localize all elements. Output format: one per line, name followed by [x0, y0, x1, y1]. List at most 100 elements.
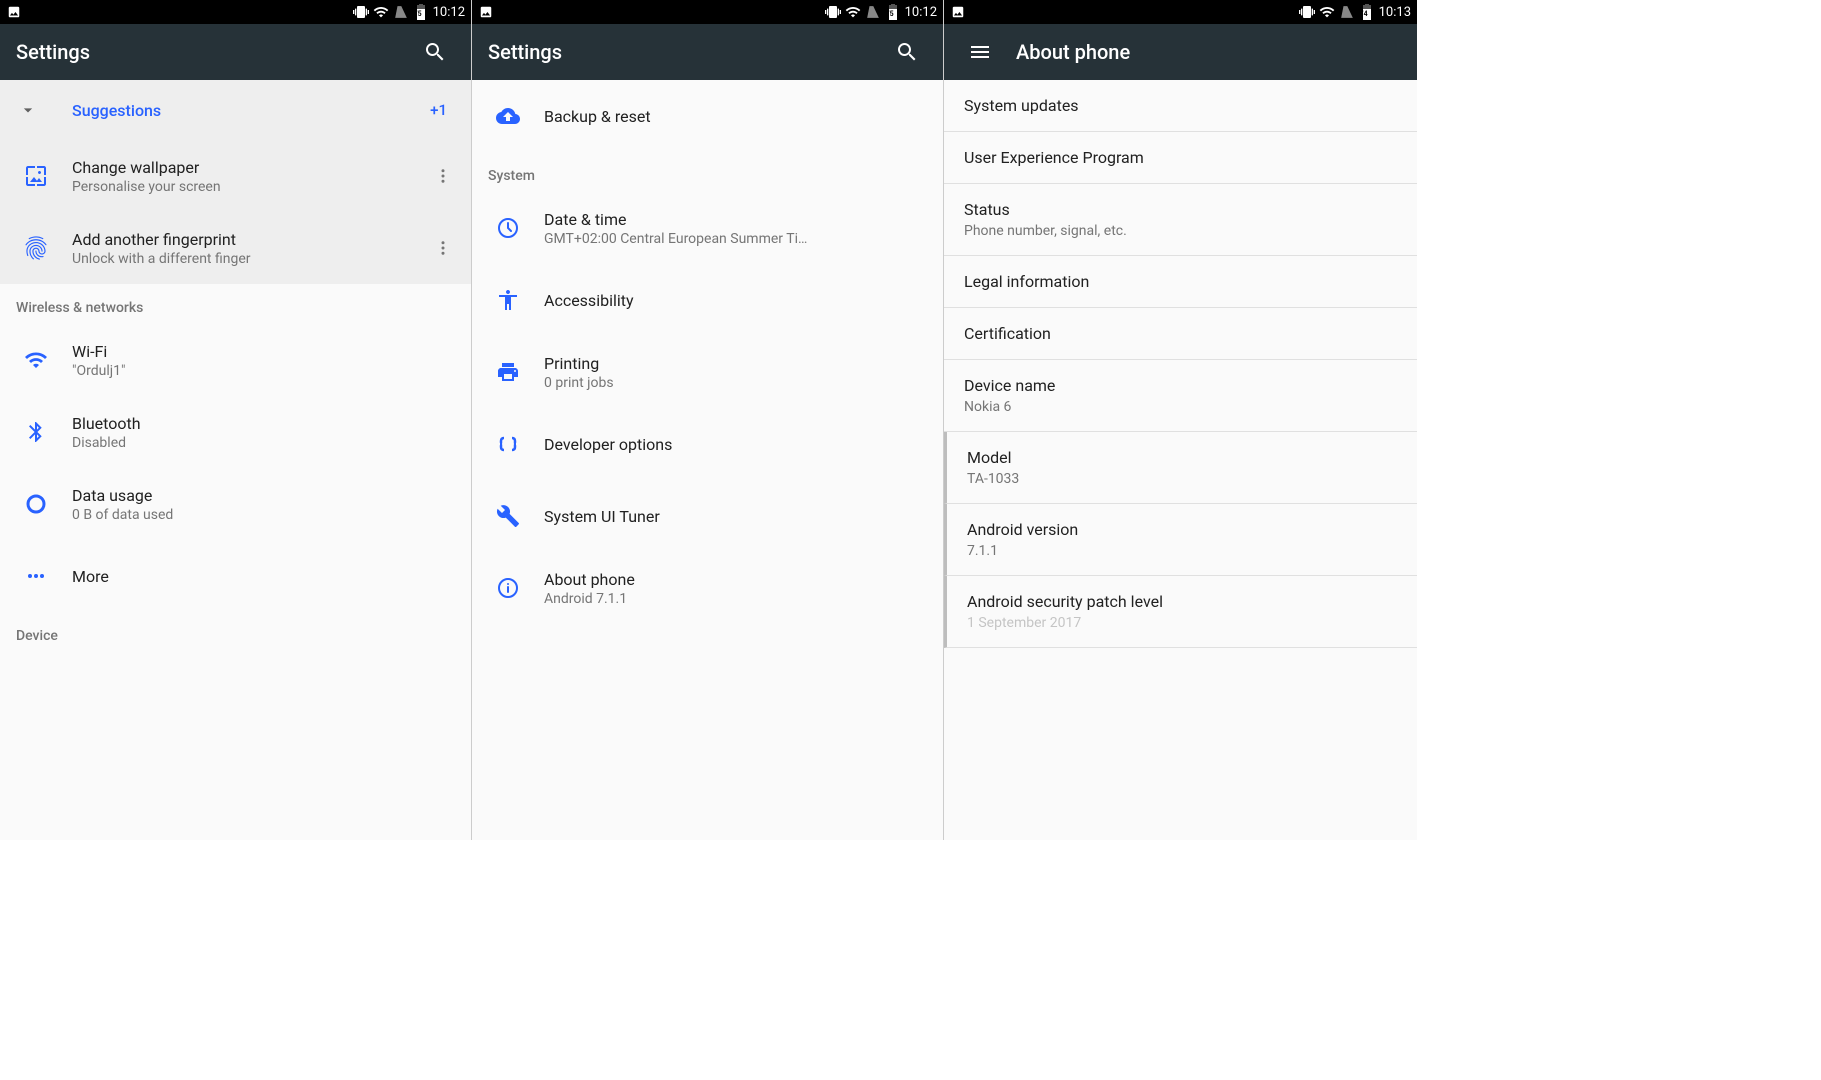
about-security-patch[interactable]: Android security patch level 1 September…	[944, 576, 1417, 648]
printer-icon	[488, 352, 528, 392]
search-button[interactable]	[887, 32, 927, 72]
more-button[interactable]	[431, 236, 455, 260]
suggestion-title: Change wallpaper	[72, 158, 431, 177]
list-title: Data usage	[72, 486, 455, 505]
image-icon	[950, 4, 966, 20]
item-data-usage[interactable]: Data usage 0 B of data used	[0, 468, 471, 540]
suggestion-title: Add another fingerprint	[72, 230, 431, 249]
list-title: Bluetooth	[72, 414, 455, 433]
list-sub: 0 print jobs	[544, 375, 927, 391]
wifi-icon	[16, 340, 56, 380]
image-icon	[478, 4, 494, 20]
wrench-icon	[488, 496, 528, 536]
about-device-name[interactable]: Device name Nokia 6	[944, 360, 1417, 432]
about-android-version[interactable]: Android version 7.1.1	[944, 504, 1417, 576]
status-bar: 74 10:13	[944, 0, 1417, 24]
item-bluetooth[interactable]: Bluetooth Disabled	[0, 396, 471, 468]
list-title: Backup & reset	[544, 107, 927, 126]
list-sub: Disabled	[72, 435, 455, 451]
clock-icon	[488, 208, 528, 248]
item-developer-options[interactable]: Developer options	[472, 408, 943, 480]
wallpaper-icon	[16, 156, 56, 196]
item-backup-reset[interactable]: Backup & reset	[472, 80, 943, 152]
no-sim-icon	[393, 4, 409, 20]
list-title: Date & time	[544, 210, 927, 229]
status-time: 10:13	[1379, 5, 1411, 20]
accessibility-icon	[488, 280, 528, 320]
bluetooth-icon	[16, 412, 56, 452]
suggestion-sub: Personalise your screen	[72, 179, 431, 195]
about-certification[interactable]: Certification	[944, 308, 1417, 360]
list-sub: Android 7.1.1	[544, 591, 927, 607]
settings-pane-1: 75 10:12 Settings Suggestions +1 Change …	[0, 0, 472, 840]
list-sub: "Ordulj1"	[72, 363, 455, 379]
item-about-phone[interactable]: About phone Android 7.1.1	[472, 552, 943, 624]
section-system: System	[472, 152, 943, 192]
list-title: More	[72, 567, 455, 586]
list-title: Accessibility	[544, 291, 927, 310]
more-horiz-icon	[16, 556, 56, 596]
wifi-icon	[373, 4, 389, 20]
suggestion-add-fingerprint[interactable]: Add another fingerprint Unlock with a di…	[0, 212, 471, 284]
app-title: Settings	[16, 40, 415, 64]
status-bar: 75 10:12	[472, 0, 943, 24]
item-system-ui-tuner[interactable]: System UI Tuner	[472, 480, 943, 552]
suggestion-change-wallpaper[interactable]: Change wallpaper Personalise your screen	[0, 140, 471, 212]
status-bar: 75 10:12	[0, 0, 471, 24]
developer-icon	[488, 424, 528, 464]
vibrate-icon	[1299, 4, 1315, 20]
item-date-time[interactable]: Date & time GMT+02:00 Central European S…	[472, 192, 943, 264]
item-more[interactable]: More	[0, 540, 471, 612]
app-bar: Settings	[0, 24, 471, 80]
status-time: 10:12	[905, 5, 937, 20]
chevron-down-icon	[16, 98, 40, 122]
search-icon	[423, 40, 447, 64]
app-title: About phone	[1016, 40, 1401, 64]
section-wireless: Wireless & networks	[0, 284, 471, 324]
menu-button[interactable]	[960, 32, 1000, 72]
section-device: Device	[0, 612, 471, 652]
app-bar: About phone	[944, 24, 1417, 80]
image-icon	[6, 4, 22, 20]
search-button[interactable]	[415, 32, 455, 72]
list-sub: GMT+02:00 Central European Summer Ti…	[544, 231, 927, 247]
about-model[interactable]: Model TA-1033	[944, 432, 1417, 504]
wifi-icon	[1319, 4, 1335, 20]
about-status[interactable]: Status Phone number, signal, etc.	[944, 184, 1417, 256]
search-icon	[895, 40, 919, 64]
vibrate-icon	[353, 4, 369, 20]
battery-icon: 75	[885, 4, 901, 20]
about-phone-pane: 74 10:13 About phone System updates User…	[944, 0, 1417, 840]
app-bar: Settings	[472, 24, 943, 80]
about-list[interactable]: System updates User Experience Program S…	[944, 80, 1417, 840]
list-title: About phone	[544, 570, 927, 589]
status-time: 10:12	[433, 5, 465, 20]
suggestions-label: Suggestions	[72, 101, 430, 120]
fingerprint-icon	[16, 228, 56, 268]
app-title: Settings	[488, 40, 887, 64]
battery-icon: 74	[1359, 4, 1375, 20]
more-button[interactable]	[431, 164, 455, 188]
wifi-icon	[845, 4, 861, 20]
hamburger-icon	[968, 40, 992, 64]
battery-icon: 75	[413, 4, 429, 20]
about-system-updates[interactable]: System updates	[944, 80, 1417, 132]
info-icon	[488, 568, 528, 608]
list-title: Developer options	[544, 435, 927, 454]
list-title: Wi-Fi	[72, 342, 455, 361]
settings-pane-2: 75 10:12 Settings Backup & reset System …	[472, 0, 944, 840]
backup-icon	[488, 96, 528, 136]
no-sim-icon	[865, 4, 881, 20]
item-wifi[interactable]: Wi-Fi "Ordulj1"	[0, 324, 471, 396]
vibrate-icon	[825, 4, 841, 20]
list-title: Printing	[544, 354, 927, 373]
list-title: System UI Tuner	[544, 507, 927, 526]
about-user-experience[interactable]: User Experience Program	[944, 132, 1417, 184]
suggestions-header[interactable]: Suggestions +1	[0, 80, 471, 140]
suggestion-sub: Unlock with a different finger	[72, 251, 431, 267]
item-accessibility[interactable]: Accessibility	[472, 264, 943, 336]
item-printing[interactable]: Printing 0 print jobs	[472, 336, 943, 408]
no-sim-icon	[1339, 4, 1355, 20]
about-legal[interactable]: Legal information	[944, 256, 1417, 308]
suggestions-count: +1	[430, 101, 447, 119]
